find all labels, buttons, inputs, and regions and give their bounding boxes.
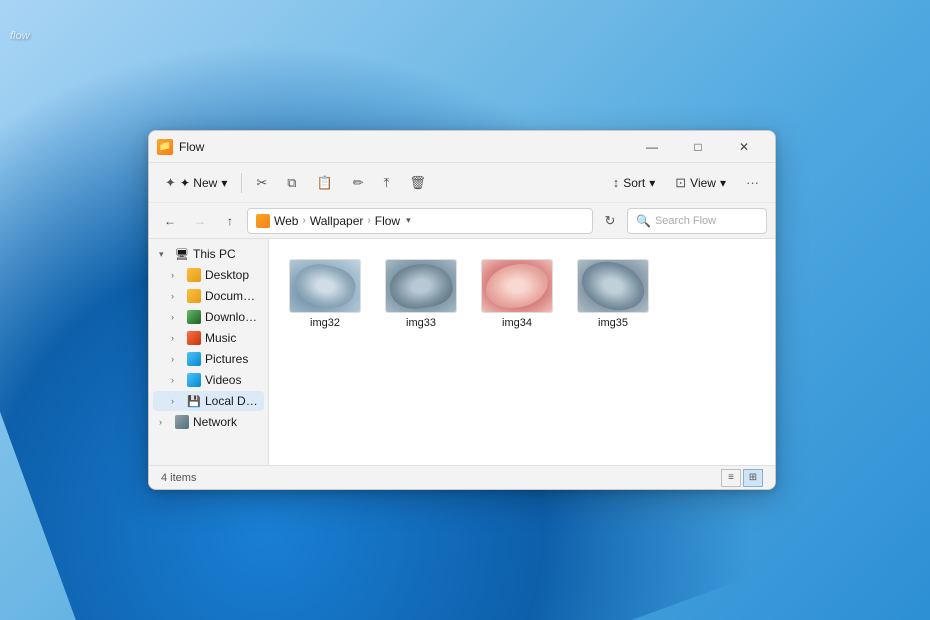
- grid-view-button[interactable]: ⊞: [743, 469, 763, 487]
- sidebar-item-videos[interactable]: › Videos: [153, 370, 264, 390]
- delete-button[interactable]: 🗑: [401, 169, 434, 197]
- grid-view-icon: ⊞: [749, 472, 757, 483]
- sidebar-item-network[interactable]: › Network: [153, 412, 264, 432]
- back-button[interactable]: ←: [157, 208, 183, 234]
- file-name-img33: img33: [406, 317, 436, 329]
- address-bar: ← → ↑ Web › Wallpaper › Flow ▾ ↻ 🔍 Searc…: [149, 203, 775, 239]
- search-box[interactable]: 🔍 Search Flow: [627, 208, 767, 234]
- desktop-folder-icon: [187, 268, 201, 282]
- expander-desktop: ›: [171, 270, 183, 280]
- window-controls: — □ ✕: [629, 131, 767, 163]
- cut-button[interactable]: ✂: [248, 169, 275, 197]
- more-button[interactable]: ···: [738, 169, 767, 197]
- list-view-icon: ≡: [728, 472, 734, 483]
- close-button[interactable]: ✕: [721, 131, 767, 163]
- music-folder-icon: [187, 331, 201, 345]
- file-name-img34: img34: [502, 317, 532, 329]
- file-thumbnail-img35: [577, 259, 649, 313]
- desktop-label: flow: [10, 30, 30, 42]
- chevron-icon-2: ›: [367, 215, 370, 226]
- title-bar: 📁 Flow — □ ✕: [149, 131, 775, 163]
- rename-button[interactable]: ✏: [345, 169, 372, 197]
- expander-this-pc: ▾: [159, 249, 171, 260]
- view-button[interactable]: ⊡ View ▾: [667, 169, 734, 197]
- view-icon: ⊡: [675, 175, 686, 191]
- expander-downloads: ›: [171, 312, 183, 322]
- status-bar: 4 items ≡ ⊞: [149, 465, 775, 489]
- expander-music: ›: [171, 333, 183, 343]
- item-count: 4 items: [161, 472, 196, 484]
- file-name-img35: img35: [598, 317, 628, 329]
- refresh-button[interactable]: ↻: [597, 208, 623, 234]
- pc-icon: 🖥: [175, 247, 189, 261]
- sidebar-item-music[interactable]: › Music: [153, 328, 264, 348]
- share-icon: ⤒: [384, 175, 390, 191]
- documents-folder-icon: [187, 289, 201, 303]
- new-icon: ✦: [165, 175, 176, 191]
- up-icon: ↑: [227, 214, 233, 228]
- expander-network: ›: [159, 417, 171, 427]
- file-item-img32[interactable]: img32: [285, 255, 365, 333]
- expander-pictures: ›: [171, 354, 183, 364]
- address-path[interactable]: Web › Wallpaper › Flow ▾: [247, 208, 593, 234]
- minimize-button[interactable]: —: [629, 131, 675, 163]
- path-dropdown-icon: ▾: [406, 215, 411, 226]
- up-button[interactable]: ↑: [217, 208, 243, 234]
- file-name-img32: img32: [310, 317, 340, 329]
- list-view-button[interactable]: ≡: [721, 469, 741, 487]
- file-grid: img32 img33 img34 img35: [269, 239, 775, 465]
- chevron-icon-1: ›: [302, 215, 305, 226]
- toolbar: ✦ ✦ New ▾ ✂ ⧉ 📋 ✏ ⤒ 🗑 ↕ Sort ▾ ⊡: [149, 163, 775, 203]
- view-toggle-buttons: ≡ ⊞: [721, 469, 763, 487]
- pictures-folder-icon: [187, 352, 201, 366]
- copy-icon: ⧉: [287, 175, 296, 191]
- file-item-img33[interactable]: img33: [381, 255, 461, 333]
- sidebar: ▾ 🖥 This PC › Desktop › Documents › Down…: [149, 239, 269, 465]
- refresh-icon: ↻: [605, 213, 616, 229]
- local-disk-icon: 💾: [187, 394, 201, 408]
- forward-button[interactable]: →: [187, 208, 213, 234]
- file-thumbnail-img33: [385, 259, 457, 313]
- file-thumbnail-img32: [289, 259, 361, 313]
- cut-icon: ✂: [256, 175, 267, 191]
- more-icon: ···: [746, 175, 759, 190]
- network-folder-icon: [175, 415, 189, 429]
- paste-icon: 📋: [317, 175, 333, 191]
- sort-icon: ↕: [613, 175, 620, 190]
- expander-documents: ›: [171, 291, 183, 301]
- delete-icon: 🗑: [409, 175, 426, 191]
- new-button[interactable]: ✦ ✦ New ▾: [157, 169, 235, 197]
- share-button[interactable]: ⤒: [376, 169, 398, 197]
- search-icon: 🔍: [636, 214, 651, 228]
- content-area: ▾ 🖥 This PC › Desktop › Documents › Down…: [149, 239, 775, 465]
- title-folder-icon: 📁: [157, 139, 173, 155]
- sidebar-item-local-disk[interactable]: › 💾 Local Disk (C:): [153, 391, 264, 411]
- paste-button[interactable]: 📋: [309, 169, 341, 197]
- file-thumbnail-img34: [481, 259, 553, 313]
- toolbar-sep-1: [241, 173, 242, 193]
- explorer-window: 📁 Flow — □ ✕ ✦ ✦ New ▾ ✂ ⧉ 📋: [148, 130, 776, 490]
- sidebar-item-this-pc[interactable]: ▾ 🖥 This PC: [153, 244, 264, 264]
- sidebar-item-downloads[interactable]: › Downloads: [153, 307, 264, 327]
- file-item-img34[interactable]: img34: [477, 255, 557, 333]
- sidebar-item-documents[interactable]: › Documents: [153, 286, 264, 306]
- rename-icon: ✏: [353, 175, 364, 191]
- videos-folder-icon: [187, 373, 201, 387]
- forward-icon: →: [194, 214, 206, 228]
- sort-button[interactable]: ↕ Sort ▾: [605, 169, 664, 197]
- sidebar-item-pictures[interactable]: › Pictures: [153, 349, 264, 369]
- path-folder-icon: [256, 214, 270, 228]
- copy-button[interactable]: ⧉: [279, 169, 304, 197]
- maximize-button[interactable]: □: [675, 131, 721, 163]
- window-title: Flow: [179, 140, 629, 154]
- downloads-folder-icon: [187, 310, 201, 324]
- expander-local-disk: ›: [171, 396, 183, 406]
- expander-videos: ›: [171, 375, 183, 385]
- file-item-img35[interactable]: img35: [573, 255, 653, 333]
- sidebar-item-desktop[interactable]: › Desktop: [153, 265, 264, 285]
- back-icon: ←: [164, 214, 176, 228]
